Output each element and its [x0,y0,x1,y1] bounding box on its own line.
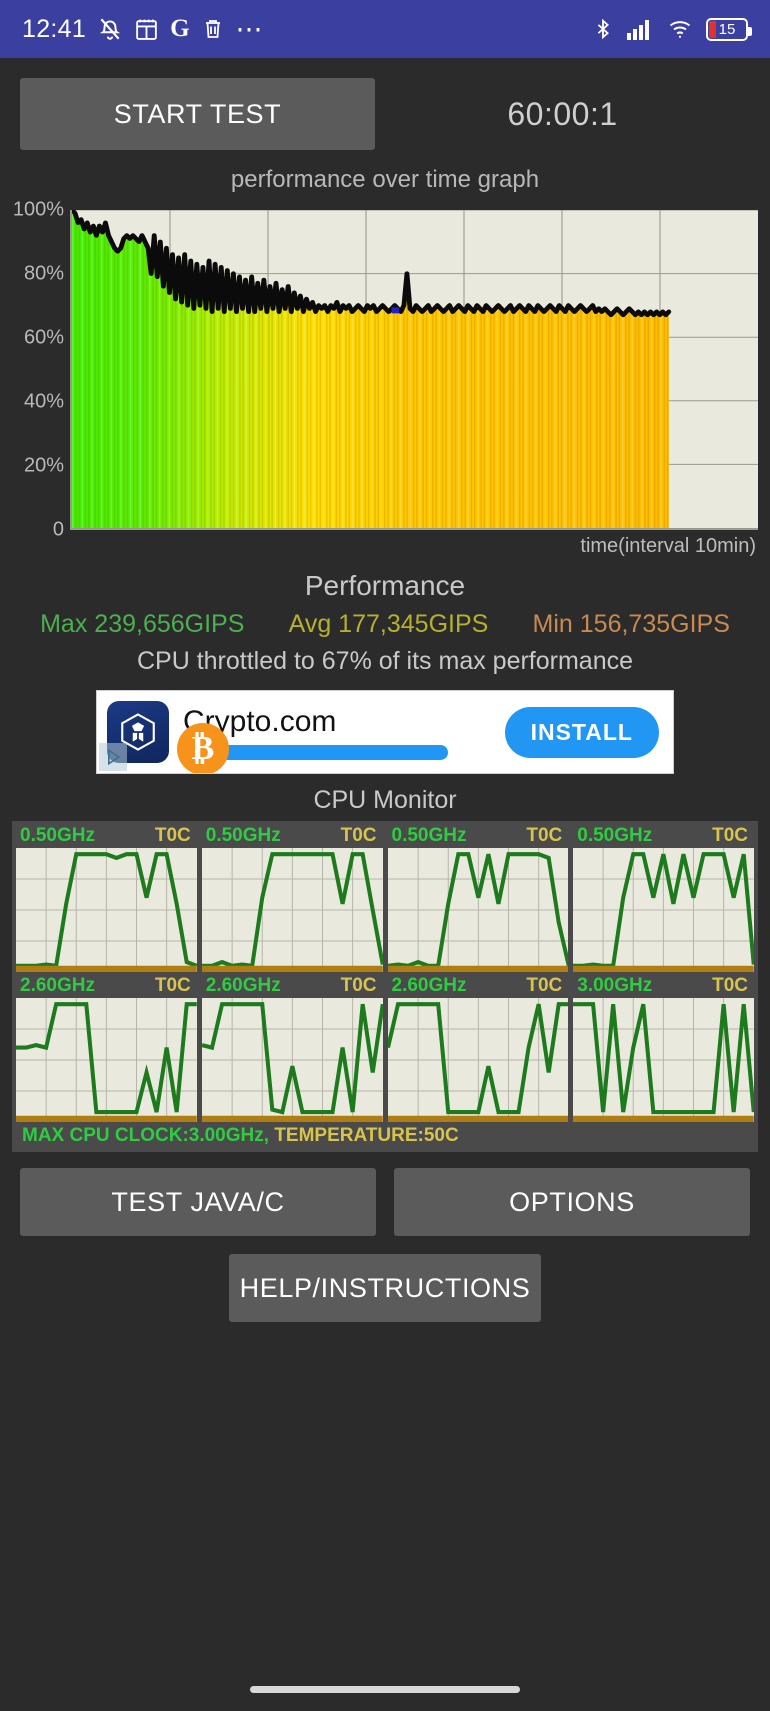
cpu-core-7-temp: T0C [526,975,563,996]
y-tick-40: 40% [23,390,64,413]
adchoices-icon[interactable] [99,743,127,771]
cpu-core-7-clock: 2.60GHz [391,975,467,996]
cpu-core-3-graph [387,848,569,972]
more-dots-icon: ⋯ [235,14,265,44]
cpu-core-6: 2.60GHz T0C [201,975,383,1122]
cpu-core-4-temp: T0C [712,825,748,846]
trash-icon [201,17,225,41]
cpu-monitor-panel: 0.50GHz T0C 0.50GHz T0C 0.50GHz T0C 0.50GHz T0C… [12,821,758,1152]
cpu-core-6-header: 2.60GHz T0C [202,975,383,998]
cpu-core-5-clock: 2.60GHz [20,975,95,996]
performance-max: Max 239,656GIPS [40,610,245,638]
bitcoin-icon: ₿ [177,722,229,773]
cpu-core-3-header: 0.50GHz T0C [388,825,569,848]
y-tick-60: 60% [23,326,64,349]
cpu-core-1-clock: 0.50GHz [20,825,95,846]
chart-svg [72,210,758,528]
cpu-core-6-graph [201,998,383,1122]
status-bar: 12:41 G ⋯ 15 [0,0,770,58]
y-tick-80: 80% [23,262,64,285]
cpu-core-1-graph [16,848,197,972]
status-bar-left: 12:41 G ⋯ [22,15,265,44]
chart-plot-area [70,210,758,530]
performance-min: Min 156,735GIPS [532,610,730,638]
calendar-icon [134,17,159,42]
cpu-core-8-clock: 3.00GHz [577,975,653,996]
status-bar-clock: 12:41 [22,14,87,43]
cpu-status-line: MAX CPU CLOCK:3.00GHz, TEMPERATURE:50C [16,1122,754,1150]
cpu-core-5-header: 2.60GHz T0C [16,975,197,998]
mute-icon [97,16,123,42]
y-tick-0: 0 [52,518,64,541]
battery-icon: 15 [706,17,752,41]
cpu-core-2-header: 0.50GHz T0C [202,825,383,848]
chart-marker [391,307,400,314]
action-button-row: TEST JAVA/C OPTIONS [0,1152,770,1236]
battery-level-label: 15 [718,20,736,38]
help-button-row: HELP/INSTRUCTIONS [0,1236,770,1322]
cpu-core-3-temp: T0C [526,825,563,846]
cpu-max-clock-label: MAX CPU CLOCK:3.00GHz, [22,1125,270,1146]
cpu-core-8-graph [573,998,754,1122]
cpu-core-2-graph [201,848,383,972]
top-toolbar: START TEST 60:00:1 [0,58,770,150]
cpu-core-6-clock: 2.60GHz [205,975,281,996]
y-tick-100: 100% [12,198,64,221]
cpu-core-3: 0.50GHz T0C [387,825,569,972]
start-test-button[interactable]: START TEST [20,78,375,150]
cpu-core-2-clock: 0.50GHz [205,825,281,846]
google-icon: G [170,15,190,42]
cpu-core-1: 0.50GHz T0C [16,825,197,972]
cpu-monitor-title: CPU Monitor [313,786,457,814]
cpu-core-4-graph [573,848,754,972]
performance-graph-title: performance over time graph [230,166,540,193]
cpu-core-row-bottom: 2.60GHz T0C 2.60GHz T0C 2.60GHz T0C 3.00GHz T0C [16,975,754,1122]
ad-title: Crypto.com [183,704,337,738]
performance-stats: Max 239,656GIPS Avg 177,345GIPS Min 156,… [0,610,770,639]
cpu-core-8-temp: T0C [712,975,748,996]
throttle-message: CPU throttled to 67% of its max performa… [136,647,634,675]
app-body: START TEST 60:00:1 performance over time… [0,58,770,1322]
cpu-core-4-clock: 0.50GHz [577,825,653,846]
cpu-core-4-header: 0.50GHz T0C [573,825,754,848]
chart-x-axis-label: time(interval 10min) [580,535,756,557]
y-tick-20: 20% [23,454,64,477]
cpu-core-5: 2.60GHz T0C [16,975,197,1122]
chart-y-axis: 100% 80% 60% 40% 20% 0 [12,198,68,552]
cpu-core-7: 2.60GHz T0C [387,975,569,1122]
cpu-core-8: 3.00GHz T0C [573,975,754,1122]
options-button[interactable]: OPTIONS [394,1168,750,1236]
cpu-core-4: 0.50GHz T0C [573,825,754,972]
cpu-core-2: 0.50GHz T0C [201,825,383,972]
ad-body: Crypto.com ₿ [169,704,499,773]
cpu-core-5-temp: T0C [154,975,191,996]
status-bar-right: 15 [592,16,752,42]
cpu-temperature-label: TEMPERATURE:50C [274,1125,459,1146]
cpu-core-6-temp: T0C [340,975,377,996]
ad-banner[interactable]: Crypto.com ₿ INSTALL [96,690,674,774]
performance-avg: Avg 177,345GIPS [288,610,489,638]
system-navigation-bar [0,1667,770,1711]
performance-heading: Performance [304,570,466,601]
cpu-core-5-graph [16,998,197,1122]
bluetooth-icon [592,16,614,42]
home-gesture-pill[interactable] [250,1685,520,1693]
cpu-core-2-temp: T0C [340,825,377,846]
cpu-core-row-top: 0.50GHz T0C 0.50GHz T0C 0.50GHz T0C 0.50GHz T0C [16,825,754,972]
cpu-core-7-graph [387,998,569,1122]
cellular-signal-icon [626,17,654,41]
cpu-core-1-temp: T0C [154,825,191,846]
test-java-c-button[interactable]: TEST JAVA/C [20,1168,376,1236]
wifi-icon [666,17,694,41]
performance-chart: 100% 80% 60% 40% 20% 0 time(interval 10m… [12,198,758,557]
ad-install-button[interactable]: INSTALL [504,706,659,758]
cpu-core-8-header: 3.00GHz T0C [573,975,754,998]
cpu-core-3-clock: 0.50GHz [391,825,467,846]
cpu-core-7-header: 2.60GHz T0C [388,975,569,998]
help-instructions-button[interactable]: HELP/INSTRUCTIONS [229,1254,541,1322]
test-timer: 60:00:1 [507,95,618,132]
cpu-core-1-header: 0.50GHz T0C [16,825,197,848]
